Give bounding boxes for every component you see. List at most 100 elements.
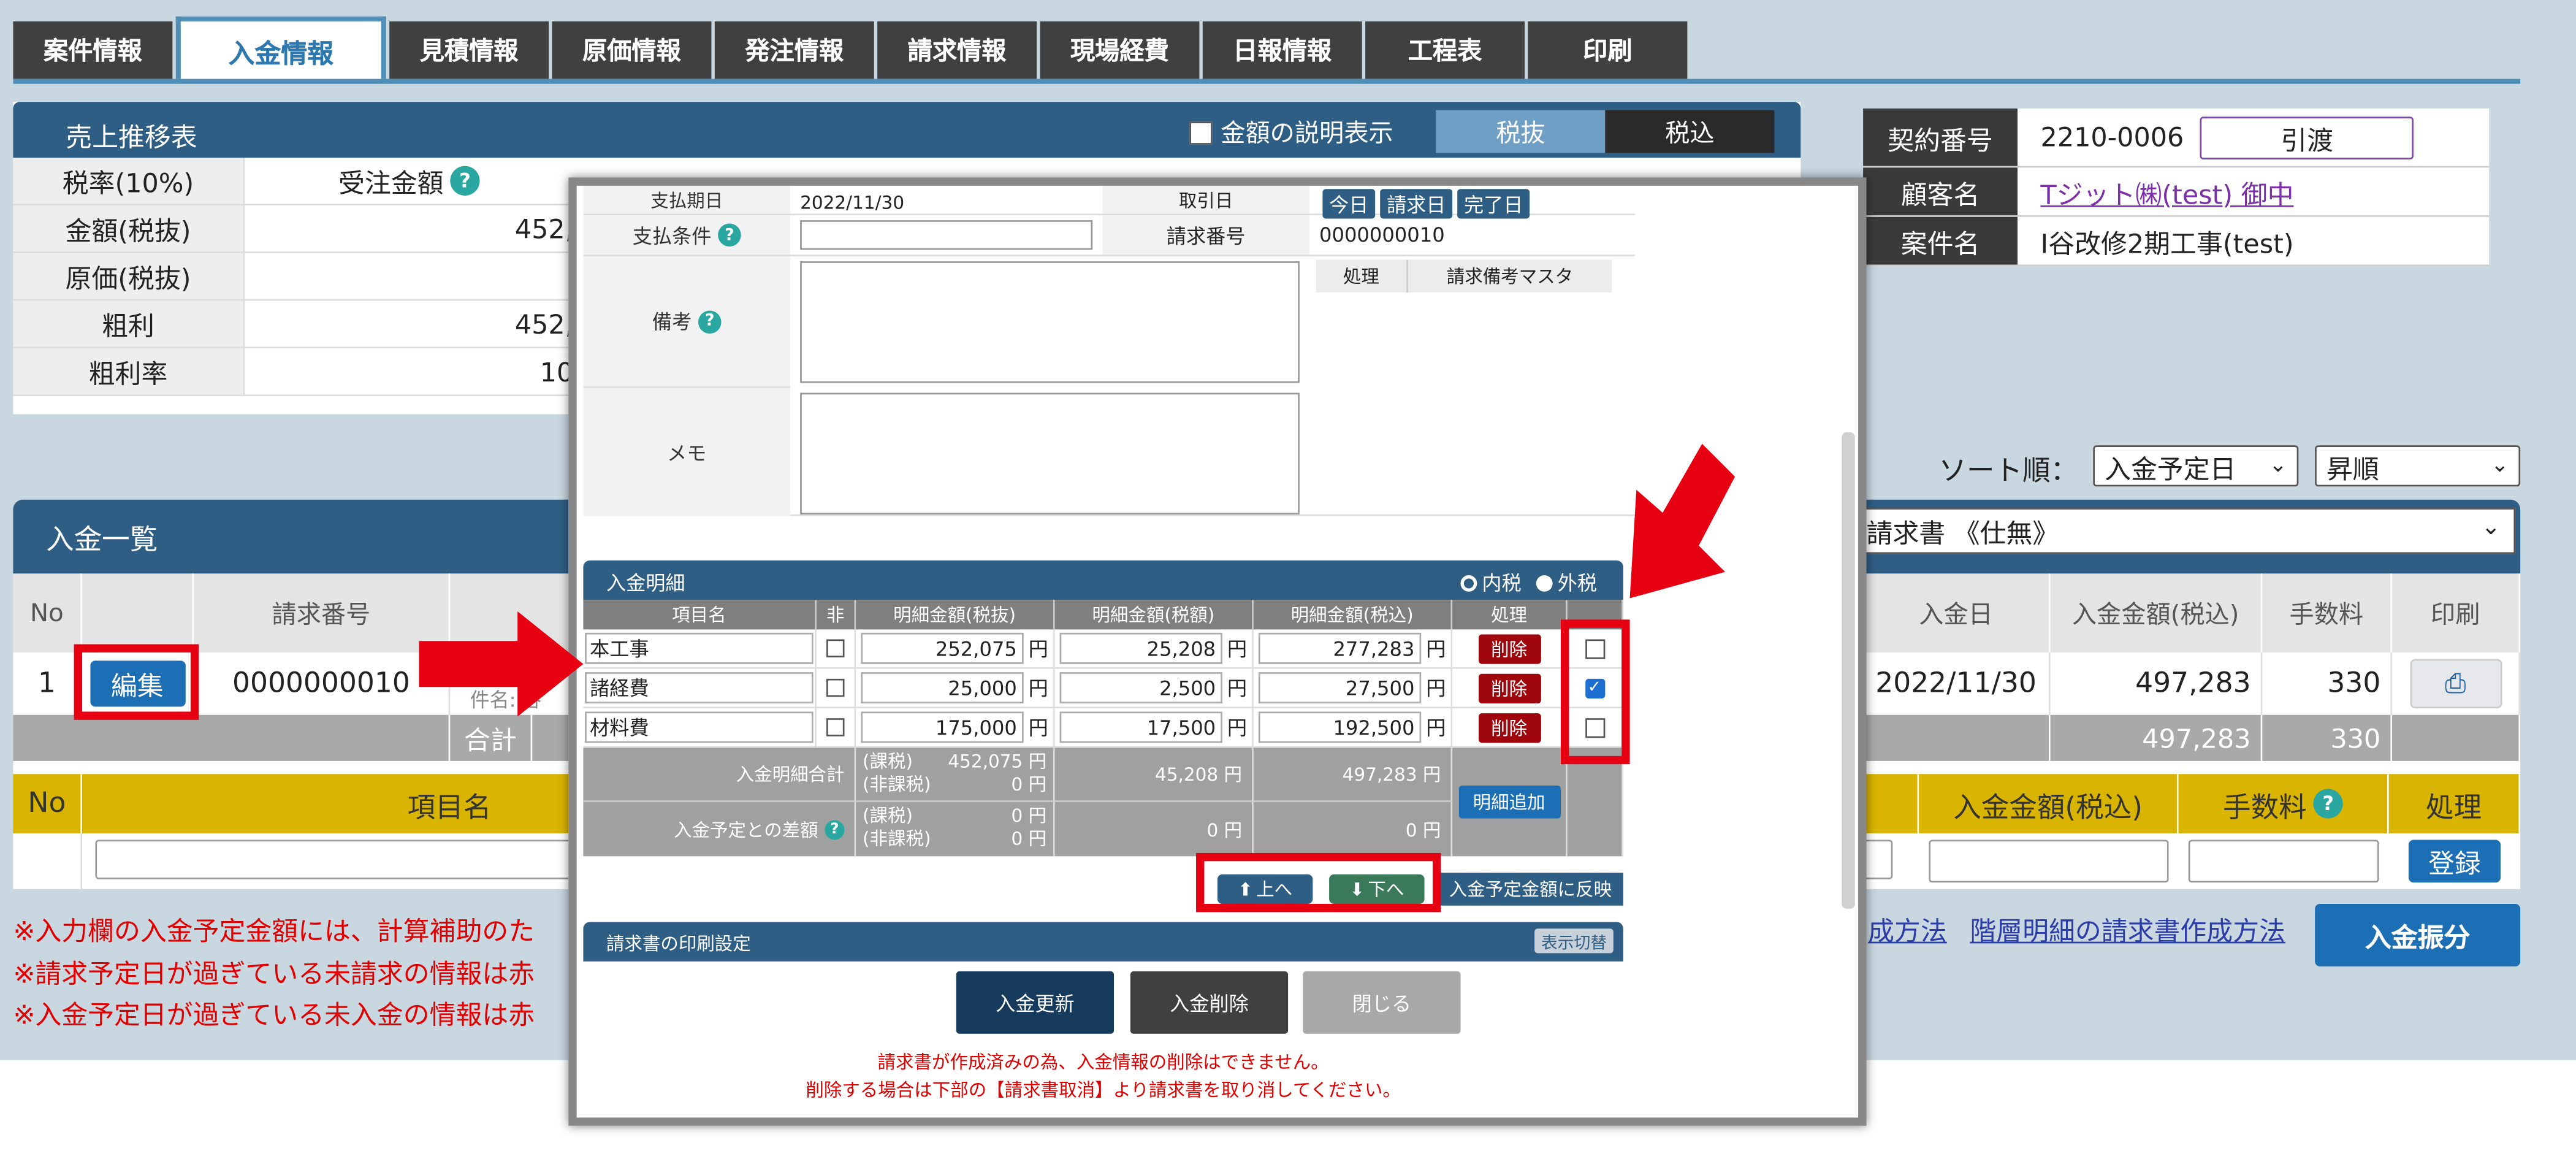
register-button[interactable]: 登録 <box>2408 840 2501 883</box>
tax-excl-button[interactable]: 税抜 <box>1436 110 1606 153</box>
invoice-select[interactable]: 請求書 《仕無》 ⌄ <box>1851 508 2516 554</box>
delete-button[interactable]: 削除 <box>1477 633 1541 664</box>
entry-col-fee-wrap: 手数料? <box>2178 774 2389 833</box>
nontax-checkbox[interactable] <box>826 639 845 657</box>
taxed-label: (課税) <box>863 751 913 773</box>
col-edit <box>82 573 194 652</box>
dcol-proc: 処理 <box>1452 600 1568 630</box>
yen-unit: 円 <box>1426 677 1446 700</box>
excl-input[interactable]: 252,075 <box>861 632 1024 664</box>
total-label: 合計 <box>450 714 533 761</box>
done-date-button[interactable]: 完了日 <box>1457 189 1530 219</box>
labels-col: 備考? メモ <box>583 256 791 516</box>
pay-date-cell: 2022/11/30 <box>1863 652 2051 715</box>
order-amount-header: 受注金額? <box>245 158 573 204</box>
project-row: 案件名 I谷改修2期工事(test) <box>1863 216 2490 267</box>
incl-input[interactable]: 27,500 <box>1258 672 1422 704</box>
yen-unit: 円 <box>1227 716 1248 740</box>
yen-unit: 円 <box>1426 716 1446 740</box>
modal-scrollbar[interactable] <box>1842 432 1855 909</box>
tab-schedule[interactable]: 工程表 <box>1365 21 1525 79</box>
tab-print[interactable]: 印刷 <box>1528 21 1688 79</box>
nontax-checkbox[interactable] <box>826 718 845 737</box>
help-icon[interactable]: ? <box>450 166 480 196</box>
tab-estimate-info[interactable]: 見積情報 <box>389 21 549 79</box>
invoice-method-link[interactable]: 成方法 <box>1868 909 1947 948</box>
diff-nontaxed-line: (非課税) 0 円 <box>863 828 1046 852</box>
print-cell: ⎙ <box>2392 652 2521 715</box>
tab-order-info[interactable]: 発注情報 <box>714 21 874 79</box>
fee-cell: 330 <box>2262 652 2393 715</box>
project-label: 案件名 <box>1863 216 2018 265</box>
item-input[interactable]: 材料費 <box>585 711 814 743</box>
help-icon[interactable]: ? <box>2313 789 2343 819</box>
pay-cond-input[interactable] <box>800 220 1093 250</box>
tab-billing-info[interactable]: 請求情報 <box>877 21 1037 79</box>
fee-input[interactable] <box>2188 840 2379 883</box>
hierarchy-invoice-method-link[interactable]: 階層明細の請求書作成方法 <box>1970 909 2285 948</box>
help-icon[interactable]: ? <box>825 819 845 840</box>
dcol-tax: 明細金額(税額) <box>1054 600 1254 630</box>
chevron-down-icon: ⌄ <box>2491 453 2509 478</box>
incl-input[interactable]: 192,500 <box>1258 711 1422 743</box>
reflect-button[interactable]: 入金予定金額に反映 <box>1438 873 1623 906</box>
tax-input[interactable]: 17,500 <box>1059 711 1222 743</box>
dcol-excl: 明細金額(税抜) <box>856 600 1055 630</box>
col-invoice-no: 請求番号 <box>194 573 451 652</box>
amount-input[interactable] <box>1929 840 2169 883</box>
tax-in-radio[interactable] <box>1460 574 1477 591</box>
close-button[interactable]: 閉じる <box>1303 971 1461 1034</box>
table-row: 材料費 175,000 円 17,500 円 192,500 円 削除 <box>583 708 1623 748</box>
row-no: 1 <box>13 652 82 715</box>
nontax-checkbox[interactable] <box>826 678 845 697</box>
tax-incl-button[interactable]: 税込 <box>1605 110 1775 153</box>
today-button[interactable]: 今日 <box>1322 189 1376 219</box>
amount-desc-checkbox[interactable] <box>1189 120 1213 144</box>
delete-button[interactable]: 削除 <box>1477 673 1541 703</box>
tab-payment-info[interactable]: 入金情報 <box>175 16 386 79</box>
dcol-item: 項目名 <box>583 600 817 630</box>
invoice-date-button[interactable]: 請求日 <box>1380 189 1453 219</box>
amount-cell: 497,283 <box>2050 652 2263 715</box>
payment-delete-button[interactable]: 入金削除 <box>1130 971 1289 1034</box>
pay-date-value[interactable]: 2022/11/30 <box>790 186 1102 214</box>
item-cell: 材料費 <box>583 708 817 748</box>
remarks-textarea[interactable] <box>800 261 1300 383</box>
tax-out-radio[interactable] <box>1536 574 1553 591</box>
pay-cond-cell <box>790 215 1102 254</box>
add-detail-button[interactable]: 明細追加 <box>1458 786 1560 819</box>
remark-master-col: 処理 請求備考マスタ <box>1309 256 1618 515</box>
tab-cost-info[interactable]: 原価情報 <box>552 21 712 79</box>
excl-input[interactable]: 175,000 <box>861 711 1024 743</box>
diff-nontaxed-value: 0 円 <box>1011 828 1047 850</box>
incl-cell: 27,500 円 <box>1253 668 1453 709</box>
help-icon[interactable]: ? <box>698 310 722 333</box>
summary-labels: 入金明細合計 入金予定との差額? <box>583 748 856 857</box>
sort-order-select[interactable]: 昇順 ⌄ <box>2315 445 2521 487</box>
memo-textarea[interactable] <box>800 392 1300 515</box>
payment-allot-button[interactable]: 入金振分 <box>2315 904 2521 966</box>
handover-button[interactable]: 引渡 <box>2200 115 2414 159</box>
sum-taxed-value: 452,075 円 <box>948 751 1047 773</box>
display-toggle-button[interactable]: 表示切替 <box>1534 928 1614 954</box>
tab-daily-report[interactable]: 日報情報 <box>1202 21 1362 79</box>
tax-input[interactable]: 2,500 <box>1059 672 1222 704</box>
tab-site-expense[interactable]: 現場経費 <box>1040 21 1200 79</box>
item-input[interactable]: 諸経費 <box>585 672 814 704</box>
help-icon[interactable]: ? <box>718 223 741 247</box>
print-button[interactable]: ⎙ <box>2409 659 2502 709</box>
nontax-cell <box>816 629 856 669</box>
delete-button[interactable]: 削除 <box>1477 712 1541 743</box>
summary-incl: 497,283 円 0 円 <box>1253 748 1453 857</box>
tax-input[interactable]: 25,208 <box>1059 632 1222 664</box>
incl-input[interactable]: 277,283 <box>1258 632 1422 664</box>
customer-link[interactable]: Tジット㈱(test) 御中 <box>2041 172 2294 211</box>
sort-key-select[interactable]: 入金予定日 ⌄ <box>2093 445 2299 487</box>
payment-update-button[interactable]: 入金更新 <box>956 971 1115 1034</box>
excl-input[interactable]: 25,000 <box>861 672 1024 704</box>
contract-no-row: 契約番号 2210-0006 引渡 <box>1863 108 2490 168</box>
project-value: I谷改修2期工事(test) <box>2040 228 2294 259</box>
item-input[interactable]: 本工事 <box>585 632 814 664</box>
amount-desc-toggle[interactable]: 金額の説明表示 <box>1189 115 1393 150</box>
tab-case-info[interactable]: 案件情報 <box>13 21 173 79</box>
